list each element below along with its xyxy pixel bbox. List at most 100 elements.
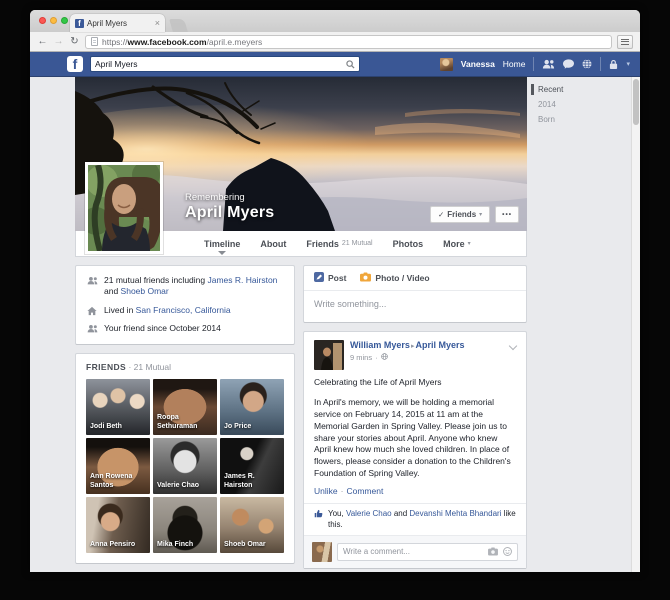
navbar-divider [600, 57, 601, 71]
more-options-button[interactable]: ••• [495, 206, 519, 223]
facebook-logo[interactable]: f [67, 56, 83, 72]
comment-emoji-icon[interactable] [503, 543, 512, 561]
friend-name: Jo Price [224, 423, 281, 432]
browser-window: f April Myers × ← → ↻ https://www.facebo… [30, 10, 640, 572]
post-timestamp[interactable]: 9 mins [350, 353, 372, 362]
comment-input-box[interactable] [337, 543, 518, 561]
friend-tile[interactable]: Shoeb Omar [220, 497, 284, 553]
tab-about[interactable]: About [250, 231, 296, 256]
composer-tab-post[interactable]: Post [314, 272, 346, 284]
reload-button[interactable]: ↻ [69, 37, 80, 47]
user-avatar [440, 58, 453, 71]
timeline-nav-born[interactable]: Born [530, 112, 588, 127]
city-link[interactable]: San Francisco, California [136, 305, 231, 315]
post-menu-chevron-icon[interactable] [509, 342, 517, 350]
comment-row [304, 535, 526, 568]
zoom-window-button[interactable] [61, 17, 68, 24]
composer-tab-post-label: Post [328, 273, 346, 283]
lived-in-text: Lived in San Francisco, California [104, 305, 231, 316]
back-button[interactable]: ← [37, 37, 48, 47]
tab-more[interactable]: More▾ [433, 231, 481, 256]
messages-icon[interactable] [563, 59, 574, 69]
liker-link[interactable]: Valerie Chao [346, 509, 392, 518]
friend-tile[interactable]: Valerie Chao [153, 438, 217, 494]
composer-input[interactable]: Write something... [304, 291, 526, 322]
page-content: Remembering April Myers ✓Friends▾ ••• [30, 77, 640, 572]
caret-down-icon: ▾ [468, 240, 471, 247]
friend-tile[interactable]: Mika Finch [153, 497, 217, 553]
comment-camera-icon[interactable] [488, 543, 498, 561]
friend-tile[interactable]: Roopa Sethuraman [153, 379, 217, 435]
friend-tile[interactable]: Ann Rowena Santos [86, 438, 150, 494]
profile-picture[interactable] [85, 162, 163, 254]
lived-in-row: Lived in San Francisco, California [86, 305, 284, 316]
author-avatar[interactable] [314, 340, 344, 370]
tab-photos[interactable]: Photos [383, 231, 434, 256]
navbar-right: Vanessa Home ▾ [440, 57, 630, 71]
post-author-link[interactable]: William Myers [350, 340, 410, 350]
friends-box-title[interactable]: FRIENDS [86, 362, 126, 372]
post-text: In April's memory, we will be holding a … [314, 397, 516, 480]
mutual-friend-link[interactable]: James R. Hairston [207, 275, 277, 285]
composer-tabs: Post Photo / Video [304, 266, 526, 291]
mutual-friend-link[interactable]: Shoeb Omar [121, 286, 169, 296]
friend-since-row: Your friend since October 2014 [86, 323, 284, 334]
post-meta: William Myers▸April Myers 9 mins · [350, 340, 465, 370]
tab-friends-label: Friends [306, 239, 339, 249]
friend-tile[interactable]: Jo Price [220, 379, 284, 435]
profile-page: Remembering April Myers ✓Friends▾ ••• [75, 77, 527, 572]
browser-toolbar: ← → ↻ https://www.facebook.com/april.e.m… [30, 32, 640, 52]
minimize-window-button[interactable] [50, 17, 57, 24]
friend-name: Anna Pensiro [90, 541, 147, 550]
home-link[interactable]: Home [503, 59, 526, 69]
privacy-shortcuts-lock-icon[interactable] [609, 59, 618, 70]
new-tab-button[interactable] [169, 19, 188, 32]
scrollbar-thumb[interactable] [633, 79, 639, 125]
tab-friends[interactable]: Friends21 Mutual [296, 231, 382, 256]
post-actions: Unlike·Comment [304, 486, 526, 503]
friends-box-header: FRIENDS · 21 Mutual [86, 362, 284, 372]
friend-tile[interactable]: James R. Hairston [220, 438, 284, 494]
search-input[interactable] [95, 59, 346, 69]
close-tab-icon[interactable]: × [155, 19, 160, 28]
friend-name: Mika Finch [157, 541, 214, 550]
notifications-globe-icon[interactable] [582, 59, 592, 69]
browser-tab[interactable]: f April Myers × [70, 14, 165, 32]
friend-name: Jodi Beth [90, 423, 147, 432]
remembering-label: Remembering [185, 192, 274, 203]
friends-button[interactable]: ✓Friends▾ [430, 206, 490, 223]
friend-requests-icon[interactable] [542, 59, 555, 69]
search-icon[interactable] [346, 60, 355, 69]
address-bar[interactable]: https://www.facebook.com/april.e.meyers [85, 35, 612, 49]
liker-link[interactable]: Devanshi Mehta Bhandari [409, 509, 501, 518]
scrollbar[interactable] [631, 77, 640, 572]
right-column: Post Photo / Video Write something... [303, 265, 527, 572]
post-header: William Myers▸April Myers 9 mins · [304, 332, 526, 374]
facebook-search[interactable] [90, 56, 360, 72]
composer-tab-photo-video[interactable]: Photo / Video [360, 272, 429, 284]
timeline-year-nav: Recent 2014 Born [530, 82, 588, 128]
tab-photos-label: Photos [393, 239, 424, 249]
like-thumb-icon [314, 509, 323, 521]
friend-tile[interactable]: Jodi Beth [86, 379, 150, 435]
timeline-nav-recent[interactable]: Recent [530, 82, 588, 97]
post-target-link[interactable]: April Myers [415, 340, 464, 350]
close-window-button[interactable] [39, 17, 46, 24]
commenter-avatar [312, 542, 332, 562]
timeline-nav-2014[interactable]: 2014 [530, 97, 588, 112]
post-title-text: Celebrating the Life of April Myers [314, 377, 516, 389]
forward-button[interactable]: → [53, 37, 64, 47]
privacy-globe-icon [381, 353, 388, 362]
comment-link[interactable]: Comment [346, 486, 383, 496]
comment-input[interactable] [343, 547, 483, 556]
unlike-link[interactable]: Unlike [314, 486, 338, 496]
mutual-friends-row: 21 mutual friends including James R. Hai… [86, 275, 284, 298]
friend-tile[interactable]: Anna Pensiro [86, 497, 150, 553]
friends-icon [86, 275, 98, 298]
left-column: 21 mutual friends including James R. Hai… [75, 265, 295, 572]
browser-menu-button[interactable] [617, 35, 633, 49]
profile-link[interactable]: Vanessa [461, 59, 495, 69]
post-body: Celebrating the Life of April Myers In A… [304, 374, 526, 486]
tab-timeline[interactable]: Timeline [194, 231, 250, 256]
account-settings-caret-icon[interactable]: ▾ [626, 60, 630, 68]
